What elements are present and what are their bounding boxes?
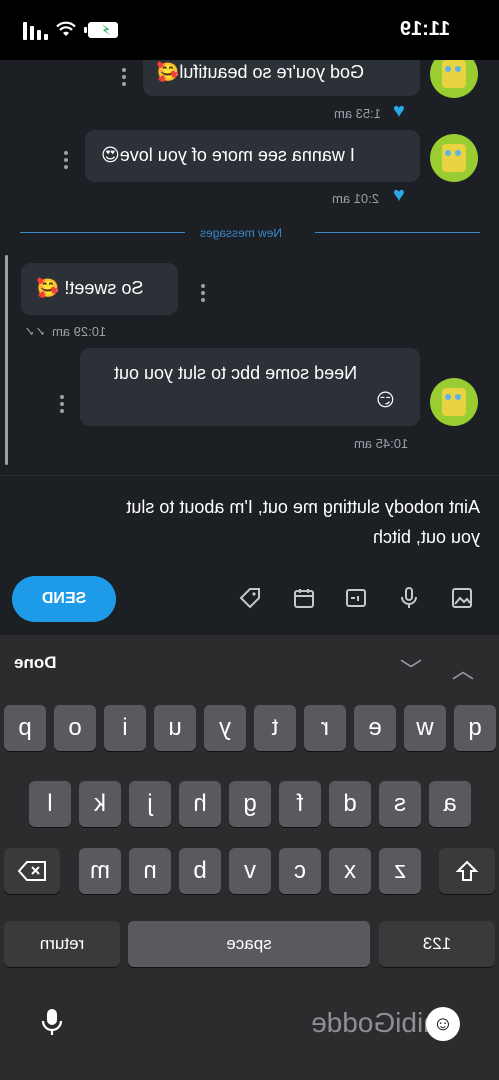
key-t[interactable]: t xyxy=(254,705,296,751)
key-u[interactable]: u xyxy=(154,705,196,751)
avatar xyxy=(430,134,478,182)
key-c[interactable]: c xyxy=(279,848,321,894)
wifi-icon xyxy=(56,21,76,36)
key-q[interactable]: q xyxy=(454,705,496,751)
chevron-down-icon[interactable]: ﹀ xyxy=(400,653,422,685)
return-key[interactable]: return xyxy=(4,921,120,967)
key-x[interactable]: x xyxy=(329,848,371,894)
divider-line xyxy=(315,232,480,233)
message-bubble[interactable]: So sweet! 🥰 xyxy=(21,263,178,315)
message-bubble[interactable]: God you're so beautiful🥰 xyxy=(143,60,420,96)
key-j[interactable]: j xyxy=(129,781,171,827)
divider-line xyxy=(20,232,185,233)
key-o[interactable]: o xyxy=(54,705,96,751)
message-time: 10:45 am xyxy=(354,436,409,451)
key-z[interactable]: z xyxy=(379,848,421,894)
message-text: Need some bbc to slut you out xyxy=(114,363,358,383)
message-emoji: 😏 xyxy=(376,390,395,410)
suggestion-text[interactable]: ChibiGodde xyxy=(311,1007,499,1038)
message-time: 1:53 am xyxy=(334,106,381,121)
key-b[interactable]: b xyxy=(179,848,221,894)
message-text: So sweet! 🥰 xyxy=(37,278,144,298)
key-i[interactable]: i xyxy=(104,705,146,751)
key-e[interactable]: e xyxy=(354,705,396,751)
shift-icon[interactable] xyxy=(439,848,495,894)
message-bubble[interactable]: I wanna see more of you love😍 xyxy=(85,130,420,182)
more-icon[interactable] xyxy=(201,284,205,302)
message-input-line: you out, bitch xyxy=(372,527,480,547)
heart-icon[interactable]: ♥ xyxy=(393,184,405,207)
chat-area[interactable]: God you're so beautiful🥰 1:53 am ♥ I wan… xyxy=(0,60,499,475)
status-bar: 11:19 ⚡ xyxy=(0,0,499,60)
message-time: 10:29 am xyxy=(52,324,107,339)
key-d[interactable]: d xyxy=(329,781,371,827)
key-r[interactable]: r xyxy=(304,705,346,751)
key-n[interactable]: n xyxy=(129,848,171,894)
backspace-icon[interactable] xyxy=(4,848,60,894)
key-p[interactable]: p xyxy=(4,705,46,751)
key-k[interactable]: k xyxy=(79,781,121,827)
avatar xyxy=(430,378,478,426)
compose-area: Aint nobody slutting me out, I'm about t… xyxy=(0,475,499,636)
send-button[interactable]: SEND xyxy=(12,576,116,622)
key-y[interactable]: y xyxy=(204,705,246,751)
battery-icon: ⚡ xyxy=(88,22,118,38)
message-text: God you're so beautiful🥰 xyxy=(157,62,364,82)
more-icon[interactable] xyxy=(64,151,68,169)
read-ticks-icon: ✓✓ xyxy=(24,324,46,339)
key-w[interactable]: w xyxy=(404,705,446,751)
tag-icon[interactable] xyxy=(238,586,262,610)
calendar-icon[interactable] xyxy=(292,586,316,610)
dictation-mic-icon[interactable] xyxy=(40,1007,64,1044)
more-icon[interactable] xyxy=(60,395,64,413)
key-a[interactable]: a xyxy=(429,781,471,827)
done-button[interactable]: Done xyxy=(14,653,57,673)
message-input[interactable]: Aint nobody slutting me out, I'm about t… xyxy=(50,492,480,552)
image-icon[interactable] xyxy=(450,586,474,610)
message-time: 2:01 am xyxy=(332,191,379,206)
gif-icon[interactable] xyxy=(344,586,368,610)
selection-bar xyxy=(5,255,8,465)
key-m[interactable]: m xyxy=(79,848,121,894)
message-bubble[interactable]: Need some bbc to slut you out 😏 xyxy=(80,348,420,426)
keyboard: Done ﹀ ︿ p o i u y t r e w q l k j h g f… xyxy=(0,635,499,1080)
status-time: 11:19 xyxy=(400,18,451,40)
key-h[interactable]: h xyxy=(179,781,221,827)
emoji-icon[interactable]: ☺ xyxy=(426,1007,460,1041)
heart-icon[interactable]: ♥ xyxy=(393,100,405,123)
suggestion-bar: ChibiGodde xyxy=(0,1007,499,1039)
more-icon[interactable] xyxy=(122,68,126,86)
key-g[interactable]: g xyxy=(229,781,271,827)
chevron-up-icon[interactable]: ︿ xyxy=(452,653,474,685)
avatar xyxy=(430,60,478,98)
status-icons: ⚡ xyxy=(18,20,118,42)
new-messages-divider: New messages xyxy=(200,226,283,240)
numbers-key[interactable]: 123 xyxy=(379,921,495,967)
mic-icon[interactable] xyxy=(397,586,421,610)
key-v[interactable]: v xyxy=(229,848,271,894)
message-input-line: Aint nobody slutting me out, I'm about t… xyxy=(126,497,480,517)
space-key[interactable]: space xyxy=(128,921,370,967)
key-f[interactable]: f xyxy=(279,781,321,827)
message-text: I wanna see more of you love😍 xyxy=(101,145,355,165)
signal-icon xyxy=(18,22,48,40)
key-l[interactable]: l xyxy=(29,781,71,827)
key-s[interactable]: s xyxy=(379,781,421,827)
keyboard-toolbar: Done ﹀ ︿ xyxy=(0,635,499,695)
